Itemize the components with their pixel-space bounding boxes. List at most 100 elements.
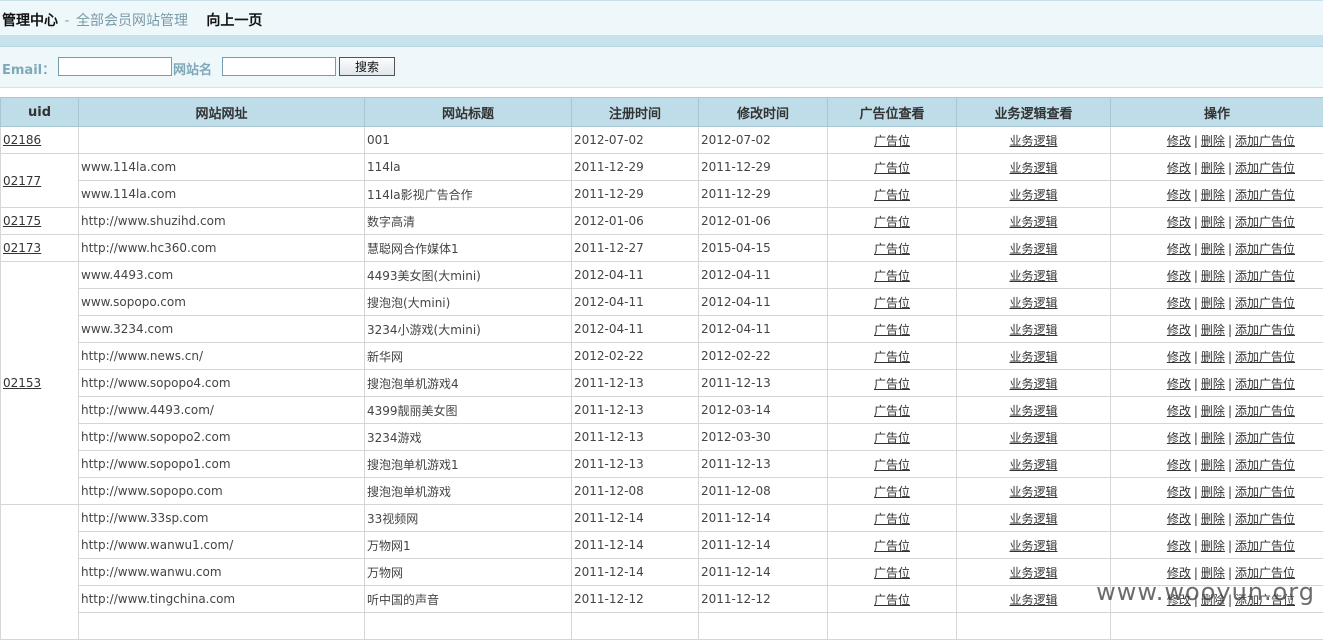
uid-link[interactable]: 02177	[3, 174, 41, 188]
delete-link[interactable]: 删除	[1201, 269, 1225, 283]
view-ads-link[interactable]: 广告位	[874, 512, 910, 526]
column-header-registered[interactable]: 注册时间	[572, 98, 699, 127]
delete-link[interactable]: 删除	[1201, 161, 1225, 175]
edit-link[interactable]: 修改	[1167, 215, 1191, 229]
view-logic-link[interactable]: 业务逻辑	[1009, 242, 1057, 256]
edit-link[interactable]: 修改	[1167, 377, 1191, 391]
delete-link[interactable]: 删除	[1201, 296, 1225, 310]
view-ads-link[interactable]: 广告位	[874, 269, 910, 283]
delete-link[interactable]: 删除	[1201, 404, 1225, 418]
edit-link[interactable]: 修改	[1167, 512, 1191, 526]
uid-link[interactable]: 02153	[3, 376, 41, 390]
edit-link[interactable]: 修改	[1167, 485, 1191, 499]
add-ad-slot-link[interactable]: 添加广告位	[1235, 539, 1295, 553]
view-ads-link[interactable]: 广告位	[874, 566, 910, 580]
edit-link[interactable]: 修改	[1167, 161, 1191, 175]
edit-link[interactable]: 修改	[1167, 269, 1191, 283]
edit-link[interactable]: 修改	[1167, 242, 1191, 256]
view-logic-link[interactable]: 业务逻辑	[1009, 404, 1057, 418]
add-ad-slot-link[interactable]: 添加广告位	[1235, 242, 1295, 256]
add-ad-slot-link[interactable]: 添加广告位	[1235, 323, 1295, 337]
edit-link[interactable]: 修改	[1167, 404, 1191, 418]
add-ad-slot-link[interactable]: 添加广告位	[1235, 161, 1295, 175]
view-logic-link[interactable]: 业务逻辑	[1009, 539, 1057, 553]
uid-link[interactable]: 02175	[3, 214, 41, 228]
site-name-field[interactable]	[222, 57, 336, 76]
add-ad-slot-link[interactable]: 添加广告位	[1235, 431, 1295, 445]
column-header-uid[interactable]: uid	[1, 98, 79, 127]
edit-link[interactable]: 修改	[1167, 188, 1191, 202]
view-ads-link[interactable]: 广告位	[874, 350, 910, 364]
view-logic-link[interactable]: 业务逻辑	[1009, 377, 1057, 391]
column-header-title[interactable]: 网站标题	[365, 98, 572, 127]
delete-link[interactable]: 删除	[1201, 215, 1225, 229]
column-header-actions[interactable]: 操作	[1111, 98, 1323, 127]
column-header-ads[interactable]: 广告位查看	[828, 98, 957, 127]
add-ad-slot-link[interactable]: 添加广告位	[1235, 296, 1295, 310]
add-ad-slot-link[interactable]: 添加广告位	[1235, 404, 1295, 418]
edit-link[interactable]: 修改	[1167, 134, 1191, 148]
view-logic-link[interactable]: 业务逻辑	[1009, 323, 1057, 337]
view-ads-link[interactable]: 广告位	[874, 134, 910, 148]
view-logic-link[interactable]: 业务逻辑	[1009, 188, 1057, 202]
delete-link[interactable]: 删除	[1201, 377, 1225, 391]
email-field[interactable]	[58, 57, 172, 76]
view-logic-link[interactable]: 业务逻辑	[1009, 350, 1057, 364]
view-ads-link[interactable]: 广告位	[874, 161, 910, 175]
edit-link[interactable]: 修改	[1167, 458, 1191, 472]
back-link[interactable]: 向上一页	[206, 13, 262, 29]
view-logic-link[interactable]: 业务逻辑	[1009, 215, 1057, 229]
add-ad-slot-link[interactable]: 添加广告位	[1235, 134, 1295, 148]
search-button[interactable]: 搜索	[339, 57, 395, 76]
view-ads-link[interactable]: 广告位	[874, 242, 910, 256]
view-ads-link[interactable]: 广告位	[874, 377, 910, 391]
delete-link[interactable]: 删除	[1201, 188, 1225, 202]
view-ads-link[interactable]: 广告位	[874, 431, 910, 445]
view-logic-link[interactable]: 业务逻辑	[1009, 593, 1057, 607]
uid-link[interactable]: 02186	[3, 133, 41, 147]
view-logic-link[interactable]: 业务逻辑	[1009, 296, 1057, 310]
edit-link[interactable]: 修改	[1167, 431, 1191, 445]
view-ads-link[interactable]: 广告位	[874, 296, 910, 310]
view-logic-link[interactable]: 业务逻辑	[1009, 269, 1057, 283]
view-ads-link[interactable]: 广告位	[874, 485, 910, 499]
view-ads-link[interactable]: 广告位	[874, 458, 910, 472]
add-ad-slot-link[interactable]: 添加广告位	[1235, 350, 1295, 364]
uid-link[interactable]: 02173	[3, 241, 41, 255]
edit-link[interactable]: 修改	[1167, 296, 1191, 310]
view-ads-link[interactable]: 广告位	[874, 188, 910, 202]
column-header-url[interactable]: 网站网址	[79, 98, 365, 127]
edit-link[interactable]: 修改	[1167, 323, 1191, 337]
add-ad-slot-link[interactable]: 添加广告位	[1235, 188, 1295, 202]
delete-link[interactable]: 删除	[1201, 512, 1225, 526]
delete-link[interactable]: 删除	[1201, 134, 1225, 148]
edit-link[interactable]: 修改	[1167, 350, 1191, 364]
view-logic-link[interactable]: 业务逻辑	[1009, 161, 1057, 175]
add-ad-slot-link[interactable]: 添加广告位	[1235, 485, 1295, 499]
view-ads-link[interactable]: 广告位	[874, 539, 910, 553]
add-ad-slot-link[interactable]: 添加广告位	[1235, 215, 1295, 229]
delete-link[interactable]: 删除	[1201, 539, 1225, 553]
view-ads-link[interactable]: 广告位	[874, 323, 910, 337]
view-logic-link[interactable]: 业务逻辑	[1009, 431, 1057, 445]
view-logic-link[interactable]: 业务逻辑	[1009, 458, 1057, 472]
view-logic-link[interactable]: 业务逻辑	[1009, 512, 1057, 526]
delete-link[interactable]: 删除	[1201, 431, 1225, 445]
view-ads-link[interactable]: 广告位	[874, 215, 910, 229]
view-ads-link[interactable]: 广告位	[874, 593, 910, 607]
add-ad-slot-link[interactable]: 添加广告位	[1235, 512, 1295, 526]
delete-link[interactable]: 删除	[1201, 323, 1225, 337]
delete-link[interactable]: 删除	[1201, 485, 1225, 499]
add-ad-slot-link[interactable]: 添加广告位	[1235, 458, 1295, 472]
column-header-modified[interactable]: 修改时间	[699, 98, 828, 127]
edit-link[interactable]: 修改	[1167, 539, 1191, 553]
delete-link[interactable]: 删除	[1201, 350, 1225, 364]
view-logic-link[interactable]: 业务逻辑	[1009, 566, 1057, 580]
column-header-logic[interactable]: 业务逻辑查看	[957, 98, 1111, 127]
delete-link[interactable]: 删除	[1201, 242, 1225, 256]
delete-link[interactable]: 删除	[1201, 458, 1225, 472]
view-logic-link[interactable]: 业务逻辑	[1009, 134, 1057, 148]
view-ads-link[interactable]: 广告位	[874, 404, 910, 418]
add-ad-slot-link[interactable]: 添加广告位	[1235, 377, 1295, 391]
view-logic-link[interactable]: 业务逻辑	[1009, 485, 1057, 499]
